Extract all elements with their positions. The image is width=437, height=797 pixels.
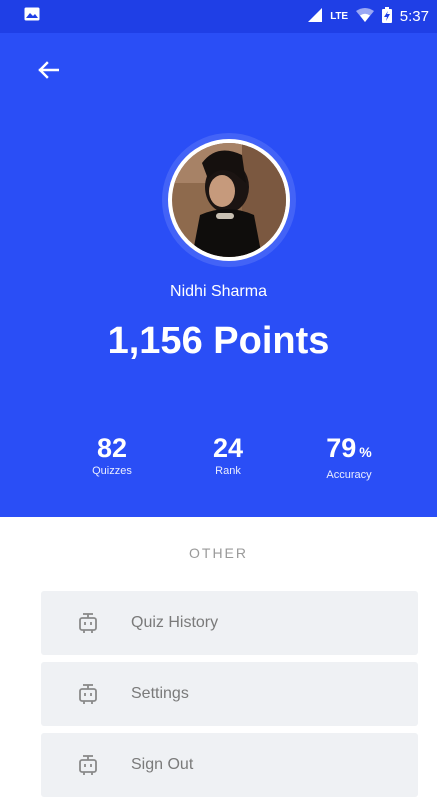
menu-item-label: Sign Out: [131, 756, 194, 773]
stat-label: Accuracy: [326, 469, 372, 481]
stat-rank: 24 Rank: [173, 432, 283, 478]
settings-button[interactable]: Settings: [41, 662, 418, 726]
avatar[interactable]: [172, 143, 286, 257]
stat-value: 24: [212, 433, 244, 463]
network-type: LTE: [330, 11, 348, 22]
clock: 5:37: [399, 8, 429, 25]
robot-icon: [77, 683, 99, 705]
battery-charging-icon: [381, 6, 392, 27]
robot-icon: [77, 754, 99, 776]
stat-label: Rank: [215, 465, 241, 477]
user-name: Nidhi Sharma: [170, 283, 267, 300]
section-title-other: OTHER: [189, 545, 248, 561]
robot-icon: [77, 612, 99, 634]
arrow-left-icon: [37, 60, 60, 84]
stat-label: Quizzes: [92, 465, 132, 477]
menu-item-label: Settings: [131, 685, 189, 702]
stat-value: 82: [96, 433, 128, 463]
quiz-history-button[interactable]: Quiz History: [41, 591, 418, 655]
stat-value: 79%: [326, 433, 372, 463]
back-button[interactable]: [34, 58, 62, 86]
status-bar: LTE 5:37: [0, 0, 437, 33]
points-total: 1,156 Points: [107, 320, 330, 362]
signal-icon: [308, 7, 323, 26]
wifi-icon: [355, 7, 374, 26]
stat-quizzes: 82 Quizzes: [57, 432, 167, 478]
stat-unit: %: [359, 444, 372, 460]
gallery-notification-icon: [24, 7, 40, 26]
sign-out-button[interactable]: Sign Out: [41, 733, 418, 797]
menu-item-label: Quiz History: [131, 614, 219, 631]
stat-accuracy: 79% Accuracy: [294, 432, 404, 482]
